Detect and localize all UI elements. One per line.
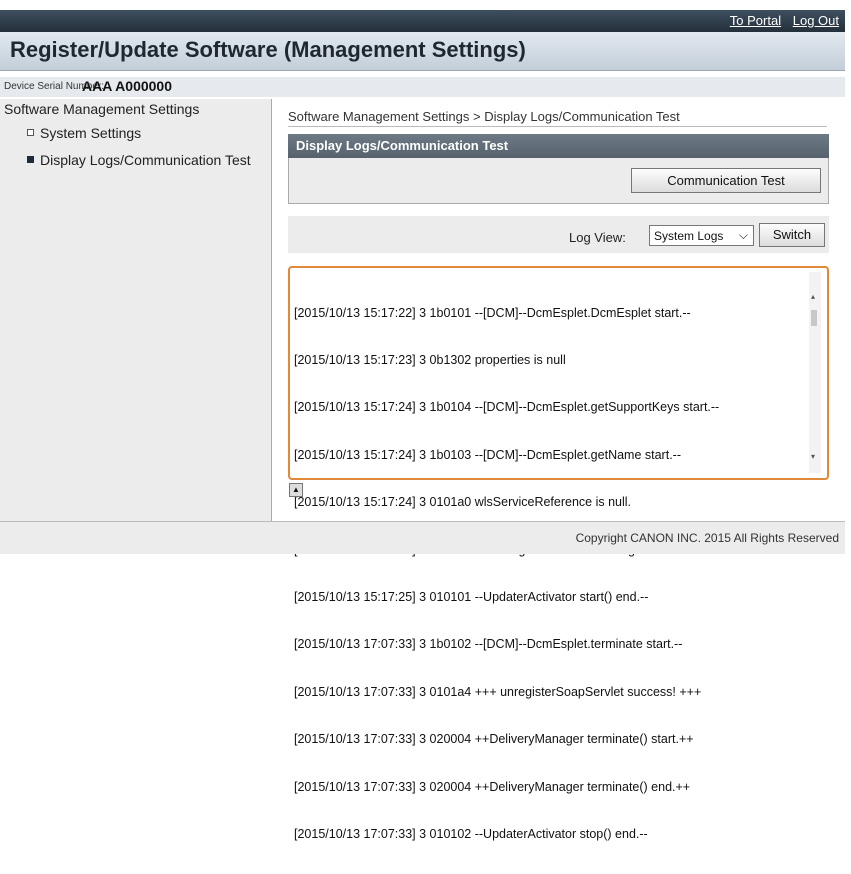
top-links: To Portal Log Out [722,13,839,28]
sidebar: Software Management Settings System Sett… [0,99,272,521]
panel-title: Display Logs/Communication Test [296,138,509,153]
serial-bar: Device Serial Number: AAA A000000 [0,77,845,97]
scroll-up-icon: ▴ [811,292,816,301]
log-line: [2015/10/13 15:17:24] 3 1b0104 --[DCM]--… [294,400,720,415]
page-title: Register/Update Software (Management Set… [10,37,526,62]
log-line: [2015/10/13 17:07:33] 3 0101a4 +++ unreg… [294,684,702,699]
breadcrumb: Software Management Settings > Display L… [288,109,680,124]
panel-body: Communication Test [288,158,829,204]
log-view-label: Log View: [569,230,626,245]
sidebar-item-label: System Settings [40,125,142,141]
scroll-down-icon: ▾ [811,452,816,461]
top-bar: To Portal Log Out [0,10,845,32]
log-line: [2015/10/13 15:17:24] 3 0101a0 wlsServic… [294,495,632,510]
serial-value: AAA A000000 [82,78,173,94]
log-view-select[interactable]: System Logs ⌵ [649,225,754,246]
log-lines: [2015/10/13 15:17:22] 3 1b0101 --[DCM]--… [294,274,729,874]
log-view-selected: System Logs [654,229,724,243]
scroll-to-top-icon[interactable]: ▲ [289,483,303,497]
log-display-area[interactable]: [2015/10/13 15:17:22] 3 1b0101 --[DCM]--… [288,266,829,841]
communication-test-button[interactable]: Communication Test [631,168,821,193]
sidebar-item-label: Display Logs/Communication Test [40,152,251,168]
switch-button[interactable]: Switch [759,223,825,247]
bullet-icon [27,129,34,136]
bullet-icon [27,156,34,163]
log-line: [2015/10/13 17:07:33] 3 020004 ++Deliver… [294,779,691,794]
main-content: Software Management Settings > Display L… [272,99,845,841]
scroll-thumb[interactable] [811,310,817,326]
log-scrollbar[interactable]: ▴ ▾ [809,272,821,473]
log-line: [2015/10/13 17:07:33] 3 010102 --Updater… [294,826,648,841]
page-header: Register/Update Software (Management Set… [0,32,845,71]
chevron-down-icon: ⌵ [738,228,748,242]
sidebar-title: Software Management Settings [4,101,200,117]
right-edge [845,0,851,553]
log-out-link[interactable]: Log Out [793,13,839,28]
to-portal-link[interactable]: To Portal [730,13,781,28]
footer: Copyright CANON INC. 2015 All Rights Res… [0,521,845,554]
log-line: [2015/10/13 15:17:25] 3 010101 --Updater… [294,589,649,604]
log-line: [2015/10/13 15:17:22] 3 1b0101 --[DCM]--… [294,305,691,320]
log-line: [2015/10/13 17:07:33] 3 1b0102 --[DCM]--… [294,637,683,652]
panel-header: Display Logs/Communication Test [288,134,829,158]
copyright-text: Copyright CANON INC. 2015 All Rights Res… [575,531,839,545]
log-view-bar: Log View: System Logs ⌵ Switch [288,216,829,253]
sidebar-item-system-settings[interactable]: System Settings [27,125,142,141]
sidebar-item-display-logs[interactable]: Display Logs/Communication Test [27,152,251,168]
log-line: [2015/10/13 15:17:23] 3 0b1302 propertie… [294,352,566,367]
log-line: [2015/10/13 15:17:24] 3 1b0103 --[DCM]--… [294,447,681,462]
breadcrumb-divider [288,126,827,127]
log-line: [2015/10/13 17:07:33] 3 020004 ++Deliver… [294,732,694,747]
